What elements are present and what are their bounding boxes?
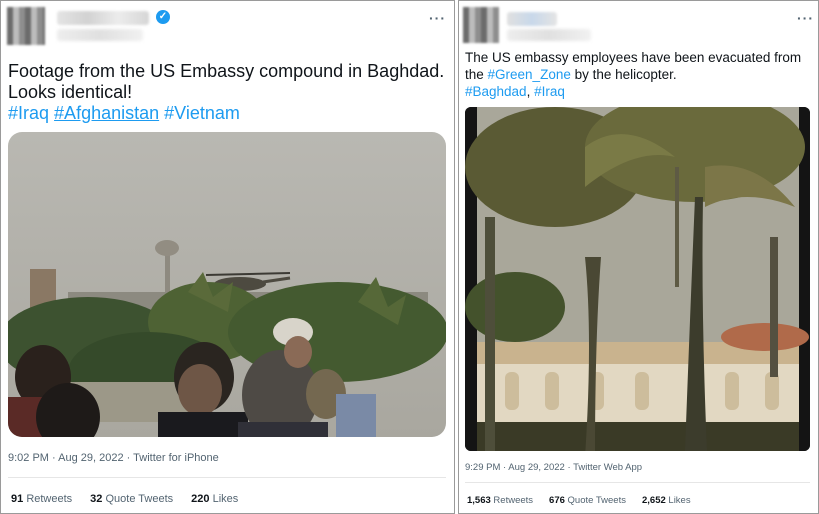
tweet-timestamp[interactable]: 9:02 PM · Aug 29, 2022 · Twitter for iPh…: [8, 452, 219, 464]
video-media[interactable]: [8, 132, 446, 437]
likes-label: Likes: [668, 495, 691, 506]
likes-stat[interactable]: 2,652 Likes: [642, 495, 691, 506]
tweet-card-right: ··· The US embassy employees have been e…: [458, 0, 819, 514]
hashtag-link[interactable]: #Afghanistan: [54, 103, 159, 123]
engagement-stats: 1,563 Retweets 676 Quote Tweets 2,652 Li…: [467, 495, 691, 506]
likes-count: 220: [191, 493, 210, 505]
divider: [465, 482, 810, 483]
blurred-display-name[interactable]: [507, 12, 557, 26]
hashtag-link[interactable]: #Vietnam: [164, 103, 240, 123]
tweet-text: The US embassy employees have been evacu…: [465, 49, 817, 100]
retweets-count: 91: [11, 493, 24, 505]
hashtag-link[interactable]: #Baghdad: [465, 84, 527, 99]
quote-tweets-label: Quote Tweets: [567, 495, 626, 506]
hashtag-row: #Baghdad, #Iraq: [465, 83, 817, 100]
blurred-handle[interactable]: [507, 29, 591, 41]
retweets-stat[interactable]: 1,563 Retweets: [467, 495, 533, 506]
more-options-icon[interactable]: ···: [429, 10, 446, 26]
quote-tweets-stat[interactable]: 32 Quote Tweets: [90, 493, 173, 505]
retweets-stat[interactable]: 91 Retweets: [11, 493, 72, 505]
tweet-timestamp[interactable]: 9:29 PM · Aug 29, 2022 · Twitter Web App: [465, 462, 642, 473]
quote-tweets-count: 32: [90, 493, 103, 505]
video-media[interactable]: [465, 107, 810, 451]
retweets-label: Retweets: [26, 493, 73, 505]
divider: [8, 477, 446, 478]
blurred-handle[interactable]: [57, 29, 143, 41]
tweet-text: Footage from the US Embassy compound in …: [8, 61, 453, 124]
tweet-card-left: ✓ ··· Footage from the US Embassy compou…: [0, 0, 455, 514]
tweet-text-line: The US embassy employees have been evacu…: [465, 50, 802, 65]
verified-badge-icon: ✓: [156, 10, 170, 24]
text-fragment: the: [465, 67, 488, 82]
likes-stat[interactable]: 220 Likes: [191, 493, 238, 505]
likes-label: Likes: [212, 493, 239, 505]
tweet-text-line: Footage from the US Embassy compound in …: [8, 61, 445, 81]
retweets-label: Retweets: [493, 495, 534, 506]
hashtag-row: #Iraq #Afghanistan #Vietnam: [8, 103, 453, 124]
hashtag-link[interactable]: #Iraq: [534, 84, 565, 99]
retweets-count: 1,563: [467, 495, 491, 506]
quote-tweets-label: Quote Tweets: [105, 493, 174, 505]
hashtag-link[interactable]: #Green_Zone: [488, 67, 571, 82]
separator: ,: [526, 84, 535, 99]
more-options-icon[interactable]: ···: [797, 10, 814, 26]
quote-tweets-count: 676: [549, 495, 565, 506]
avatar[interactable]: [7, 7, 45, 45]
engagement-stats: 91 Retweets 32 Quote Tweets 220 Likes: [11, 493, 238, 505]
embassy-footage-image: [8, 132, 446, 437]
blurred-display-name[interactable]: [57, 11, 149, 25]
text-fragment: by the helicopter.: [570, 67, 677, 82]
tweet-text-line: Looks identical!: [8, 82, 133, 102]
tweet-text-line: the #Green_Zone by the helicopter.: [465, 66, 817, 83]
hashtag-link[interactable]: #Iraq: [8, 103, 49, 123]
avatar[interactable]: [463, 7, 499, 43]
quote-tweets-stat[interactable]: 676 Quote Tweets: [549, 495, 626, 506]
likes-count: 2,652: [641, 495, 666, 506]
evacuation-footage-image: [465, 107, 810, 451]
